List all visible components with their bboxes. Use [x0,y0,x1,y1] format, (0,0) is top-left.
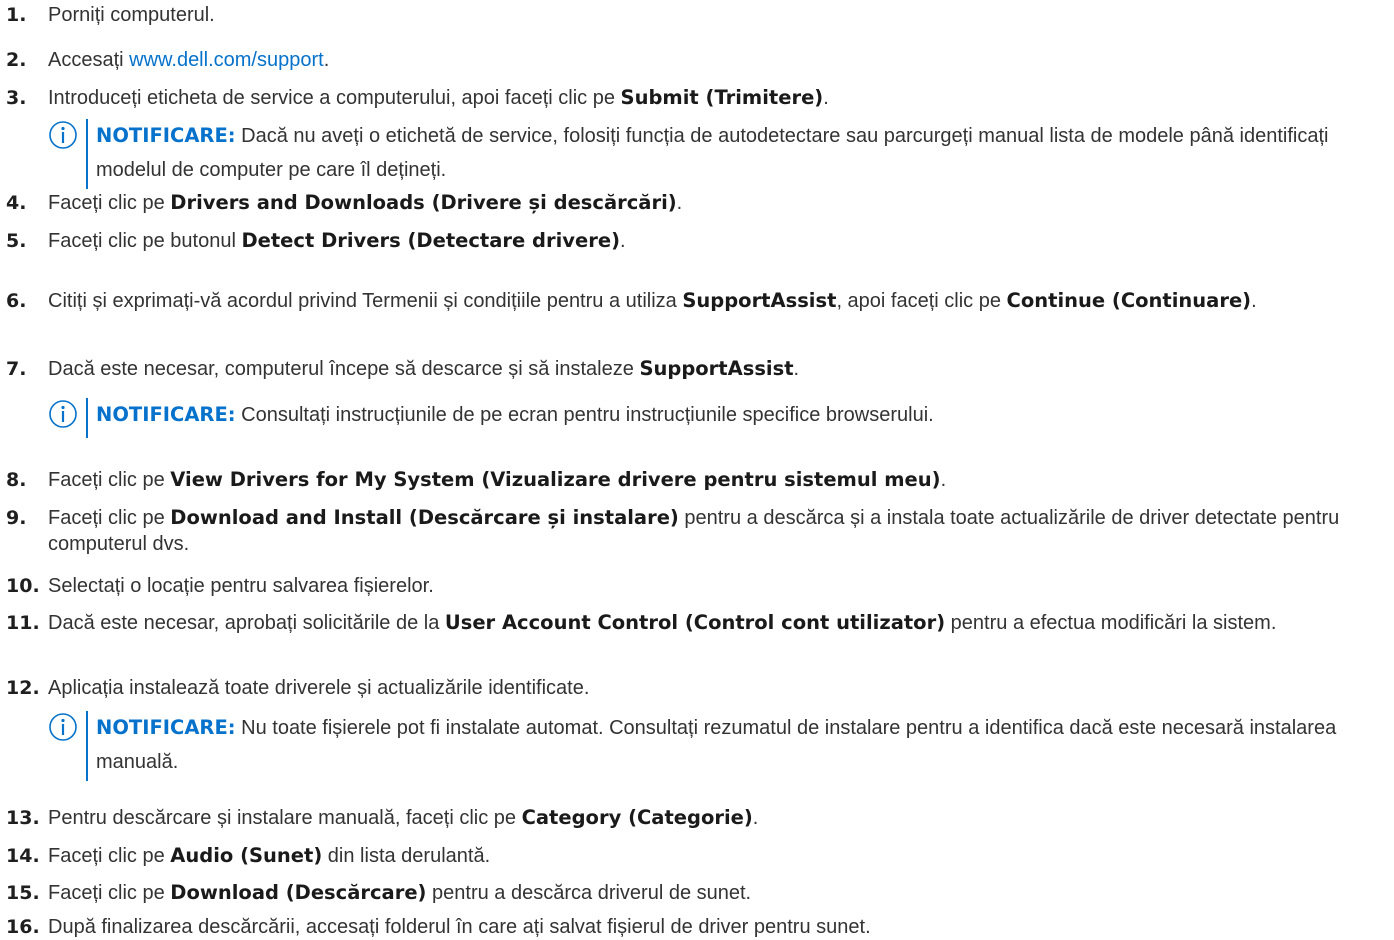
step-number: 2. [6,49,27,71]
step-number: 12. [6,677,40,699]
step-text: Porniți computerul. [48,4,215,26]
step-number: 13. [6,807,40,829]
step-text: Dacă este necesar, computerul începe să … [48,357,800,380]
step-number: 14. [6,845,40,867]
step-number: 1. [6,4,27,26]
step-number: 10. [6,575,40,597]
step-text: Dacă este necesar, aprobați solicitările… [48,611,1277,634]
note-text: NOTIFICARE: Consultați instrucțiunile de… [96,403,934,426]
info-circle-icon [48,120,78,150]
step-number: 8. [6,469,27,491]
step-number: 4. [6,192,27,214]
step-text: Citiți și exprimați-vă acordul privind T… [48,289,1257,312]
note-divider [86,398,88,438]
note-divider [86,119,88,189]
note-divider [86,711,88,781]
info-circle-icon [48,399,78,429]
dell-support-link[interactable]: www.dell.com/support [129,49,324,71]
step-text: După finalizarea descărcării, accesați f… [48,916,871,938]
note-callout: NOTIFICARE: Nu toate fișierele pot fi in… [48,711,1394,781]
step-number: 9. [6,507,27,529]
note-text: NOTIFICARE: Dacă nu aveți o etichetă de … [96,124,1329,181]
step-number: 3. [6,87,27,109]
step-text: Accesați www.dell.com/support. [48,49,330,71]
step-text: Pentru descărcare și instalare manuală, … [48,806,759,829]
step-text: Faceți clic pe Audio (Sunet) din lista d… [48,844,491,867]
step-text: Faceți clic pe Download and Install (Des… [48,506,1340,555]
step-number: 11. [6,612,40,634]
step-number: 16. [6,916,40,938]
step-number: 15. [6,882,40,904]
step-number: 7. [6,358,27,380]
note-text: NOTIFICARE: Nu toate fișierele pot fi in… [96,716,1337,773]
note-callout: NOTIFICARE: Consultați instrucțiunile de… [48,398,1394,438]
step-number: 5. [6,230,27,252]
step-text: Faceți clic pe View Drivers for My Syste… [48,468,947,491]
step-number: 6. [6,290,27,312]
step-text: Faceți clic pe Download (Descărcare) pen… [48,881,752,904]
step-text: Aplicația instalează toate driverele și … [48,677,590,699]
note-callout: NOTIFICARE: Dacă nu aveți o etichetă de … [48,119,1394,189]
step-text: Introduceți eticheta de service a comput… [48,86,829,109]
step-text: Faceți clic pe butonul Detect Drivers (D… [48,229,626,252]
step-text: Faceți clic pe Drivers and Downloads (Dr… [48,191,683,214]
info-circle-icon [48,712,78,742]
step-text: Selectați o locație pentru salvarea fiși… [48,575,434,597]
